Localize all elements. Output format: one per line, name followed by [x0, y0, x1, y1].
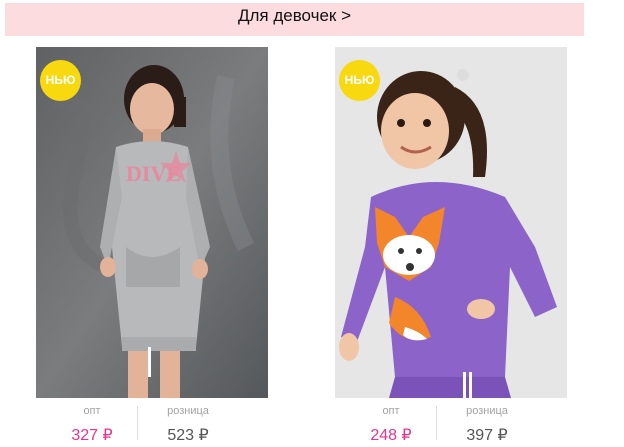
product-image	[335, 47, 567, 398]
product-card[interactable]: DIVE НЬЮ опт 327 ₽ розница 523 ₽	[36, 47, 268, 447]
retail-price-block: розница 397 ₽	[437, 398, 537, 445]
wholesale-price: 327 ₽	[71, 427, 113, 444]
product-photo[interactable]: DIVE НЬЮ	[36, 47, 268, 398]
retail-label: розница	[167, 405, 209, 417]
category-link-girls[interactable]: Для девочек >	[5, 3, 584, 36]
category-title: Для девочек >	[237, 6, 352, 25]
product-image: DIVE	[36, 47, 268, 398]
retail-label: розница	[466, 405, 508, 417]
wholesale-label: опт	[382, 405, 400, 417]
retail-price: 397 ₽	[466, 427, 508, 444]
retail-price-block: розница 523 ₽	[138, 398, 238, 445]
product-photo[interactable]: НЬЮ	[335, 47, 567, 398]
new-badge: НЬЮ	[339, 60, 380, 101]
new-badge: НЬЮ	[40, 60, 81, 101]
wholesale-price-block: опт 248 ₽	[341, 398, 441, 445]
wholesale-price: 248 ₽	[370, 427, 412, 444]
retail-price: 523 ₽	[167, 427, 209, 444]
product-card[interactable]: НЬЮ опт 248 ₽ розница 397 ₽	[335, 47, 567, 447]
wholesale-label: опт	[83, 405, 101, 417]
price-block: опт 327 ₽ розница 523 ₽	[36, 398, 268, 447]
wholesale-price-block: опт 327 ₽	[42, 398, 142, 445]
price-block: опт 248 ₽ розница 397 ₽	[335, 398, 567, 447]
catalog-page: Для девочек > DIVE НЬЮ опт 327 ₽ розница…	[0, 0, 624, 447]
